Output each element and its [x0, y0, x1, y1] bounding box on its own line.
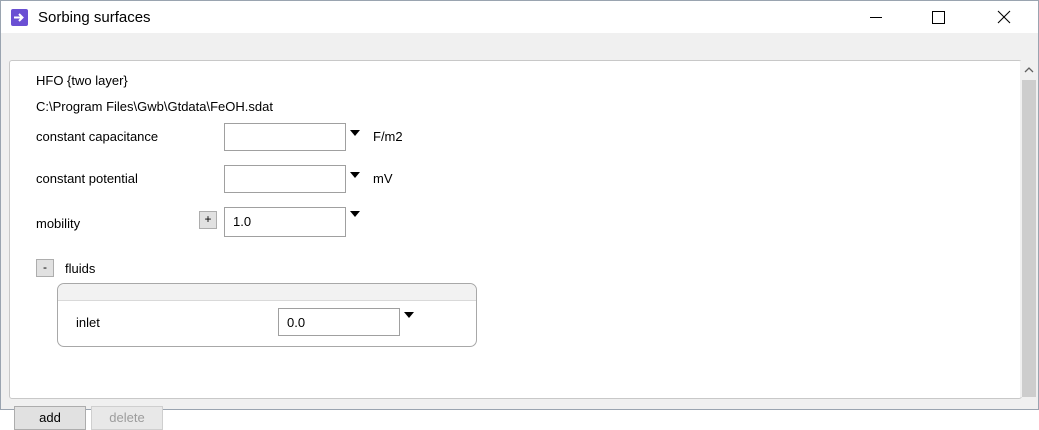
capacitance-dropdown[interactable] — [349, 129, 361, 139]
title-bar: Sorbing surfaces — [1, 1, 1038, 33]
scroll-up-button[interactable] — [1020, 61, 1038, 79]
capacitance-unit: F/m2 — [373, 129, 403, 144]
capacitance-input[interactable] — [224, 123, 346, 151]
triangle-down-icon — [404, 312, 414, 318]
sorbing-surfaces-window: Sorbing surfaces HFO {two layer} C:\Prog… — [0, 0, 1039, 430]
surface-path: C:\Program Files\Gwb\Gtdata\FeOH.sdat — [36, 99, 273, 114]
close-button[interactable] — [981, 1, 1027, 33]
arrow-right-icon — [11, 9, 28, 26]
mobility-label: mobility — [36, 216, 81, 231]
triangle-down-icon — [350, 211, 360, 217]
fluids-collapse-button[interactable]: - — [36, 259, 54, 277]
mobility-dropdown[interactable] — [349, 210, 361, 220]
potential-label: constant potential — [36, 171, 138, 186]
minimize-button[interactable] — [853, 1, 899, 33]
minimize-icon — [870, 17, 882, 18]
surface-panel: HFO {two layer} C:\Program Files\Gwb\Gtd… — [9, 60, 1022, 399]
fluids-group: inlet 0.0 — [57, 283, 477, 347]
triangle-down-icon — [350, 172, 360, 178]
capacitance-label: constant capacitance — [36, 129, 159, 144]
mobility-expand-button[interactable]: + — [199, 211, 217, 229]
vertical-scrollbar[interactable] — [1020, 61, 1038, 397]
fluids-group-header — [58, 284, 476, 301]
maximize-icon — [932, 11, 945, 24]
client-area: HFO {two layer} C:\Program Files\Gwb\Gtd… — [9, 34, 1038, 430]
scrollbar-thumb[interactable] — [1022, 80, 1036, 397]
potential-unit: mV — [373, 171, 393, 186]
inlet-input[interactable]: 0.0 — [278, 308, 400, 336]
mobility-input[interactable]: 1.0 — [224, 207, 346, 237]
close-icon — [997, 10, 1011, 24]
inlet-label: inlet — [76, 315, 100, 330]
potential-dropdown[interactable] — [349, 171, 361, 181]
surface-name: HFO {two layer} — [36, 73, 128, 88]
fluids-label: fluids — [65, 261, 96, 276]
chevron-up-icon — [1024, 67, 1034, 73]
maximize-button[interactable] — [915, 1, 961, 33]
window-title: Sorbing surfaces — [38, 9, 151, 26]
inlet-dropdown[interactable] — [403, 311, 415, 321]
triangle-down-icon — [350, 130, 360, 136]
potential-input[interactable] — [224, 165, 346, 193]
